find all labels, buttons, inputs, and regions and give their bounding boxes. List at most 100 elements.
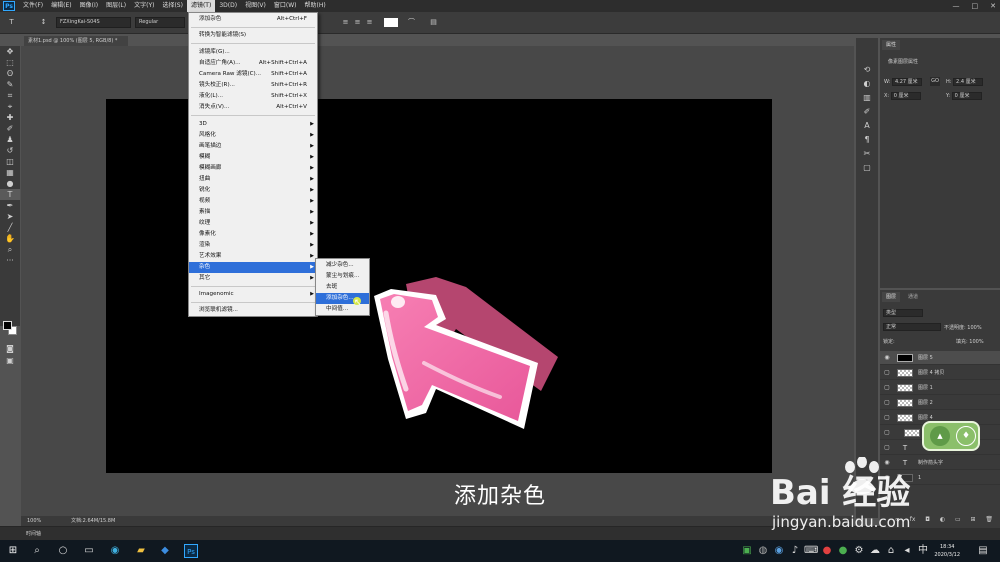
link-dimensions-button[interactable]: GO xyxy=(930,77,940,86)
menu-help[interactable]: 帮助(H) xyxy=(301,0,330,12)
layer-row[interactable]: ▢ 图层 4 拷贝 xyxy=(880,366,1000,380)
crop-tool-icon[interactable]: ⌗ xyxy=(0,90,20,101)
eyedropper-tool-icon[interactable]: ⌖ xyxy=(0,101,20,112)
fill-value[interactable]: 100% xyxy=(969,339,983,345)
filter-menu-vanishing-point[interactable]: 消失点(V)... Alt+Ctrl+V xyxy=(189,102,317,113)
text-orientation-icon[interactable]: ↕ xyxy=(38,17,49,28)
layer-row[interactable]: ▢ 图层 2 xyxy=(880,396,1000,410)
quick-mask-icon[interactable]: ◙ xyxy=(0,343,20,354)
character-icon[interactable]: A xyxy=(856,120,878,132)
menu-layer[interactable]: 图层(L) xyxy=(102,0,130,12)
filter-menu-liquify[interactable]: 液化(L)... Shift+Ctrl+X xyxy=(189,91,317,102)
line-tool-icon[interactable]: ╱ xyxy=(0,222,20,233)
text-color-swatch[interactable] xyxy=(384,18,398,27)
lasso-tool-icon[interactable]: ʘ xyxy=(0,68,20,79)
history-brush-icon[interactable]: ↺ xyxy=(0,145,20,156)
menu-3d[interactable]: 3D(D) xyxy=(215,0,241,12)
minimize-icon[interactable]: — xyxy=(953,2,960,10)
windows-start-icon[interactable]: ⊞ xyxy=(6,544,20,558)
more-tools-icon[interactable]: ··· xyxy=(0,255,20,266)
notification-icon[interactable]: ▤ xyxy=(976,544,990,558)
layer-row[interactable]: ▢ 图层 1 xyxy=(880,381,1000,395)
filter-menu-texture[interactable]: 纹理 ▶ xyxy=(189,218,317,229)
brush-tool-icon[interactable]: ✐ xyxy=(0,123,20,134)
screen-mode-icon[interactable]: ▣ xyxy=(0,355,20,366)
height-field[interactable]: 2.4 厘米 xyxy=(953,78,984,86)
filter-menu-stylize[interactable]: 风格化 ▶ xyxy=(189,130,317,141)
menu-edit[interactable]: 编辑(E) xyxy=(47,0,75,12)
filter-menu-blur[interactable]: 模糊 ▶ xyxy=(189,152,317,163)
quick-select-tool-icon[interactable]: ✎ xyxy=(0,79,20,90)
tab-properties[interactable]: 属性 xyxy=(882,40,901,50)
visibility-eye-icon[interactable]: ▢ xyxy=(883,396,891,410)
layer-filter-select[interactable]: 类型 xyxy=(883,309,923,317)
menu-filter[interactable]: 滤镜(T) xyxy=(186,0,216,12)
close-icon[interactable]: ✕ xyxy=(990,2,996,10)
dodge-tool-icon[interactable]: ● xyxy=(0,178,20,189)
eraser-tool-icon[interactable]: ◫ xyxy=(0,156,20,167)
filter-menu-last-filter[interactable]: 添加杂色 Alt+Ctrl+F xyxy=(189,14,317,25)
filter-menu-video[interactable]: 视频 ▶ xyxy=(189,196,317,207)
type-tool-icon[interactable]: T xyxy=(6,17,17,28)
adjustments-icon[interactable]: ◐ xyxy=(856,78,878,90)
noise-despeckle[interactable]: 去斑 xyxy=(316,282,369,293)
taskbar-clock[interactable]: 18:34 2020/3/12 xyxy=(934,543,960,559)
search-icon[interactable]: ⌕ xyxy=(30,544,44,558)
filter-menu-sketch[interactable]: 素描 ▶ xyxy=(189,207,317,218)
filter-menu-pixelate[interactable]: 像素化 ▶ xyxy=(189,229,317,240)
filter-menu-convert-smart[interactable]: 转换为智能滤镜(S) xyxy=(189,30,317,41)
menu-select[interactable]: 选择(S) xyxy=(158,0,187,12)
document-tab[interactable]: 素材1.psd @ 100% (图层 5, RGB/8) * xyxy=(24,36,128,46)
tray-icon-7[interactable]: ● xyxy=(836,544,850,558)
healing-tool-icon[interactable]: ✚ xyxy=(0,112,20,123)
menu-type[interactable]: 文字(Y) xyxy=(130,0,158,12)
blend-mode-select[interactable]: 正常 xyxy=(883,323,941,331)
filter-menu-imagenomic[interactable]: Imagenomic ▶ xyxy=(189,289,317,300)
network-icon[interactable]: ⌂ xyxy=(884,544,898,558)
align-center-icon[interactable]: ≡ xyxy=(352,17,363,28)
filter-menu-gallery[interactable]: 滤镜库(G)... xyxy=(189,47,317,58)
menu-window[interactable]: 窗口(W) xyxy=(270,0,301,12)
filter-menu-noise[interactable]: 杂色 ▶ xyxy=(189,262,317,273)
y-field[interactable]: 0 厘米 xyxy=(951,92,982,100)
move-tool-icon[interactable]: ✥ xyxy=(0,46,20,57)
tray-icon-9[interactable]: ☁ xyxy=(868,544,882,558)
tab-channels[interactable]: 通道 xyxy=(904,292,923,302)
tab-layers[interactable]: 图层 xyxy=(882,292,901,302)
swatches-icon[interactable]: ▢ xyxy=(856,162,878,174)
tray-icon-6[interactable]: ● xyxy=(820,544,834,558)
filter-menu-browse-online[interactable]: 浏览联机滤镜... xyxy=(189,305,317,316)
warp-text-icon[interactable]: ⌒ xyxy=(406,17,417,28)
tray-icon-2[interactable]: ◍ xyxy=(756,544,770,558)
photoshop-taskbar-icon[interactable]: Ps xyxy=(184,544,198,558)
foreground-color-swatch[interactable] xyxy=(3,321,12,330)
filter-menu-other[interactable]: 其它 ▶ xyxy=(189,273,317,284)
noise-dust-scratches[interactable]: 蒙尘与划痕... xyxy=(316,271,369,282)
ime-icon[interactable]: 中 xyxy=(916,544,930,558)
filter-menu-3d[interactable]: 3D ▶ xyxy=(189,119,317,130)
paragraph-icon[interactable]: ¶ xyxy=(856,134,878,146)
zoom-tool-icon[interactable]: ⌕ xyxy=(0,244,20,255)
menu-image[interactable]: 图像(I) xyxy=(76,0,102,12)
marquee-tool-icon[interactable]: ⬚ xyxy=(0,57,20,68)
filter-menu-brush-strokes[interactable]: 画笔描边 ▶ xyxy=(189,141,317,152)
font-style-select[interactable]: Regular xyxy=(135,17,185,28)
menu-file[interactable]: 文件(F) xyxy=(19,0,47,12)
noise-reduce-noise[interactable]: 减少杂色... xyxy=(316,260,369,271)
filter-menu-lens-correction[interactable]: 镜头校正(R)... Shift+Ctrl+R xyxy=(189,80,317,91)
visibility-eye-icon[interactable]: ◉ xyxy=(883,351,891,365)
filter-menu-render[interactable]: 渲染 ▶ xyxy=(189,240,317,251)
libraries-icon[interactable]: ▥ xyxy=(856,92,878,104)
filter-menu-sharpen[interactable]: 锐化 ▶ xyxy=(189,185,317,196)
filter-menu-artistic[interactable]: 艺术效果 ▶ xyxy=(189,251,317,262)
menu-view[interactable]: 视图(V) xyxy=(241,0,270,12)
task-view-icon[interactable]: ▭ xyxy=(82,544,96,558)
tray-icon-8[interactable]: ⚙ xyxy=(852,544,866,558)
align-right-icon[interactable]: ≡ xyxy=(364,17,375,28)
filter-menu-camera-raw[interactable]: Camera Raw 滤镜(C)... Shift+Ctrl+A xyxy=(189,69,317,80)
brush-settings-icon[interactable]: ✐ xyxy=(856,106,878,118)
app-icon[interactable]: ◆ xyxy=(158,544,172,558)
x-field[interactable]: 0 厘米 xyxy=(890,92,921,100)
volume-icon[interactable]: ◂ xyxy=(900,544,914,558)
tray-icon-5[interactable]: ⌨ xyxy=(804,544,818,558)
